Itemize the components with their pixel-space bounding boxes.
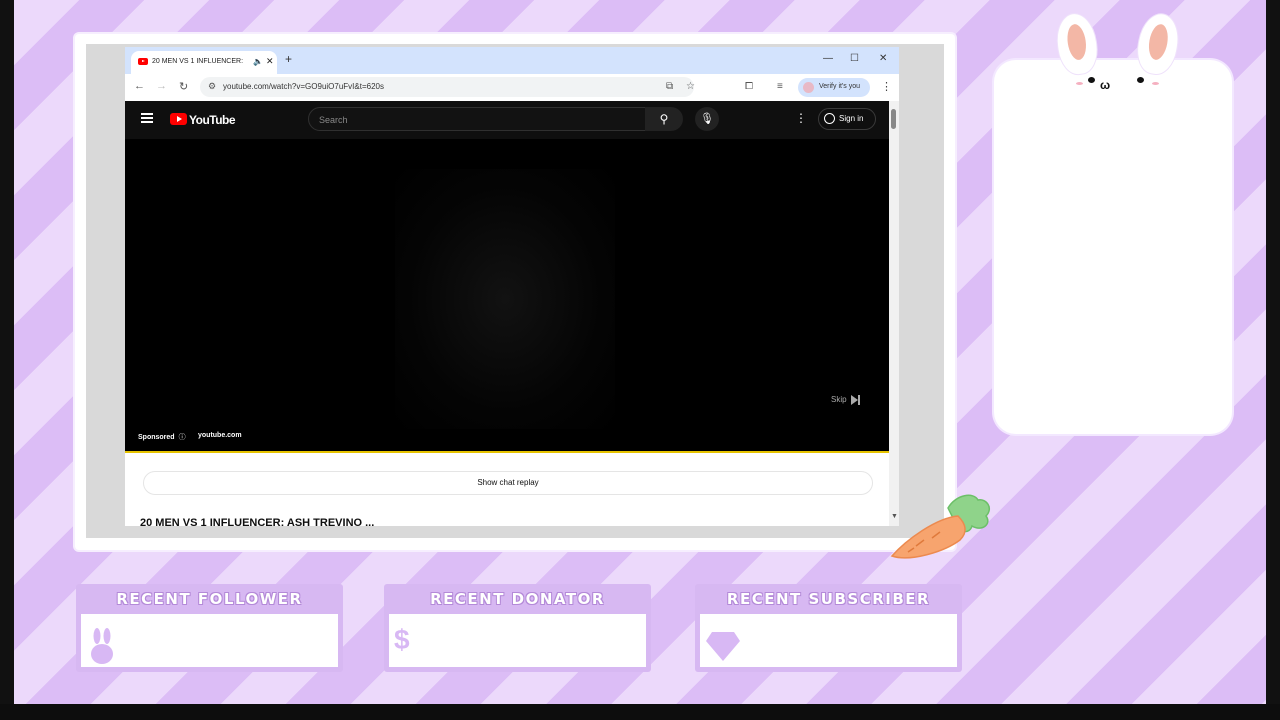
youtube-logo-text[interactable]: YouTube (189, 113, 236, 127)
scrollbar-thumb[interactable] (891, 109, 896, 129)
address-bar-row: ← → ↻ ⚙ youtube.com/watch?v=GO9uiO7uFvI&… (125, 74, 899, 101)
ad-domain-link[interactable]: youtube.com (198, 432, 242, 439)
settings-menu-icon[interactable]: ⋮ (795, 111, 807, 125)
user-circle-icon (824, 113, 835, 124)
youtube-logo-icon[interactable] (170, 113, 187, 125)
bookmark-star-icon[interactable]: ☆ (686, 81, 695, 92)
avatar (803, 82, 814, 93)
media-controls-icon[interactable]: ≡ (777, 81, 783, 92)
ad-progress-bar[interactable] (125, 451, 889, 453)
recent-subscriber-widget: RECENT SUBSCRIBER (695, 584, 962, 672)
tab-title: 20 MEN VS 1 INFLUENCER: (152, 58, 244, 65)
bunny-eye-icon (1088, 77, 1095, 83)
youtube-page: YouTube ⚲ 🎙 ⋮ Sign in Skip Sponsoredⓘ yo… (125, 101, 899, 526)
widget-label: RECENT SUBSCRIBER (726, 590, 931, 608)
close-tab-icon[interactable]: ✕ (266, 56, 274, 67)
dark-video-frame (395, 169, 615, 429)
widget-label: RECENT FOLLOWER (116, 590, 303, 608)
dollar-icon: $ (394, 624, 410, 655)
new-tab-button[interactable]: + (285, 52, 292, 66)
widget-body (81, 614, 338, 667)
install-icon[interactable]: ⧉ (666, 81, 673, 92)
ad-sponsored-label: Sponsored ⓘ (138, 434, 186, 441)
tab-strip: 20 MEN VS 1 INFLUENCER: 🔈 ✕ + — ☐ ✕ (125, 47, 899, 74)
recent-donator-widget: RECENT DONATOR $ (384, 584, 651, 672)
bunny-blush-icon (1076, 82, 1083, 85)
bottom-letterbox (0, 704, 1280, 720)
voice-search-button[interactable]: 🎙 (695, 107, 719, 131)
video-title: 20 MEN VS 1 INFLUENCER: ASH TREVINO ... (140, 517, 375, 526)
search-icon: ⚲ (659, 112, 669, 126)
sign-in-button[interactable]: Sign in (818, 108, 876, 130)
sign-in-label: Sign in (839, 114, 864, 123)
browser-window: 20 MEN VS 1 INFLUENCER: 🔈 ✕ + — ☐ ✕ ← → … (125, 47, 899, 526)
url-text[interactable]: youtube.com/watch?v=GO9uiO7uFvI&t=620s (223, 82, 384, 91)
search-box[interactable] (308, 107, 646, 131)
widget-label: RECENT DONATOR (430, 590, 605, 608)
carrot-icon (890, 494, 990, 559)
minimize-icon[interactable]: — (823, 53, 833, 64)
speaker-icon[interactable]: 🔈 (253, 57, 263, 66)
microphone-icon: 🎙 (700, 113, 714, 125)
close-window-icon[interactable]: ✕ (879, 53, 887, 64)
video-player[interactable]: Skip Sponsored ⓘ youtube.com (125, 139, 889, 453)
youtube-header: YouTube ⚲ 🎙 ⋮ Sign in (125, 101, 889, 139)
extensions-icon[interactable]: ⧠ (745, 81, 753, 92)
bunny-icon (91, 628, 113, 664)
search-button[interactable]: ⚲ (645, 107, 683, 131)
info-icon[interactable]: ⓘ (179, 434, 186, 441)
show-chat-replay-button[interactable]: Show chat replay (143, 471, 873, 495)
bunny-webcam-card (994, 60, 1232, 434)
page-scrollbar[interactable]: ▼ (889, 101, 899, 526)
bunny-mouth-icon: ω (1100, 78, 1111, 92)
widget-body (389, 614, 646, 667)
reload-icon[interactable]: ↻ (179, 80, 188, 93)
skip-icon (850, 395, 858, 405)
forward-icon[interactable]: → (156, 80, 167, 92)
bunny-blush-icon (1152, 82, 1159, 85)
skip-ad-button[interactable]: Skip (831, 395, 860, 405)
recent-follower-widget: RECENT FOLLOWER (76, 584, 343, 672)
bunny-eye-icon (1137, 77, 1144, 83)
back-icon[interactable]: ← (134, 80, 145, 92)
browser-tab[interactable]: 20 MEN VS 1 INFLUENCER: 🔈 ✕ (131, 51, 277, 74)
browser-menu-icon[interactable]: ⋮ (881, 80, 892, 93)
youtube-favicon-icon (138, 58, 148, 65)
omnibox[interactable]: ⚙ youtube.com/watch?v=GO9uiO7uFvI&t=620s… (200, 77, 695, 97)
profile-verify-button[interactable]: Verify it's you (798, 78, 870, 97)
skip-label: Skip (831, 395, 847, 405)
verify-label: Verify it's you (819, 83, 861, 90)
hamburger-menu-icon[interactable] (141, 113, 153, 123)
diamond-icon (706, 632, 740, 661)
maximize-icon[interactable]: ☐ (850, 53, 859, 64)
site-info-icon[interactable]: ⚙ (208, 81, 216, 92)
search-input[interactable] (317, 111, 631, 129)
